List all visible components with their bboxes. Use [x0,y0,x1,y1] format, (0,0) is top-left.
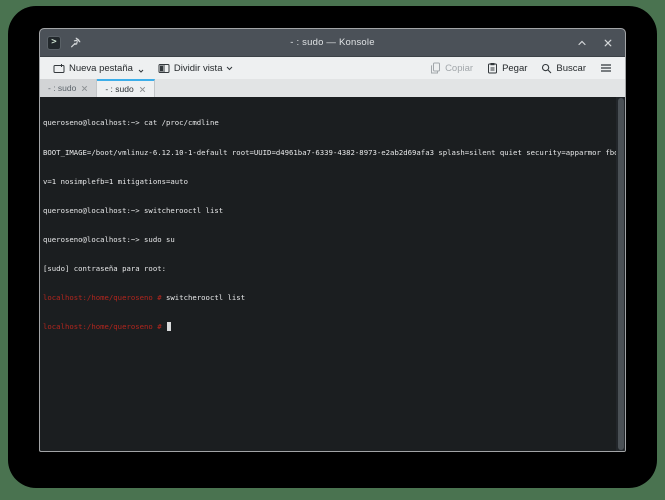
clipboard-icon [488,63,498,74]
paste-label: Pegar [502,62,528,74]
terminal-cursor [167,322,172,331]
tab-plus-icon [53,63,65,73]
konsole-app-icon: > [47,35,61,50]
terminal-line: localhost:/home/queroseno # switcherooct… [43,292,246,302]
tab-close-icon[interactable] [139,86,146,93]
search-button[interactable]: Buscar [536,61,591,76]
terminal-display[interactable]: queroseno@localhost:~> cat /proc/cmdline… [40,97,625,451]
tab-close-icon[interactable] [81,85,88,92]
chevron-down-icon [138,69,144,73]
search-label: Buscar [556,62,586,74]
copy-label: Copiar [445,62,474,74]
terminal-line: queroseno@localhost:~> switcherooctl lis… [43,205,224,215]
split-view-label: Dividir vista [173,62,223,74]
terminal-line: v=1 nosimplefb=1 mitigations=auto [43,176,188,186]
split-view-button[interactable]: Dividir vista [153,61,239,76]
terminal-output: queroseno@localhost:~> cat /proc/cmdline… [40,97,625,351]
titlebar[interactable]: > - : sudo — Konsole [40,29,625,57]
new-tab-label: Nueva pestaña [69,62,133,74]
tab-title: - : sudo [48,83,77,93]
new-tab-button[interactable]: Nueva pestaña [48,61,149,76]
maximize-button[interactable] [575,36,589,50]
terminal-line: [sudo] contraseña para root: [43,263,167,273]
hamburger-icon [601,64,611,72]
pin-icon[interactable] [68,36,82,50]
chevron-down-icon [227,66,233,70]
toolbar: Nueva pestaña Dividir vista Copiar Pegar… [40,57,625,79]
tab-sudo-1[interactable]: - : sudo [40,79,98,97]
tab-bar: - : sudo - : sudo [40,79,625,97]
scrollbar-thumb[interactable] [618,98,624,450]
split-panes-icon [158,63,170,73]
scrollbar-track[interactable] [616,97,625,451]
tab-title: - : sudo [105,84,134,94]
menu-button[interactable] [595,61,617,75]
terminal-line: queroseno@localhost:~> cat /proc/cmdline [43,118,219,128]
terminal-line: localhost:/home/queroseno # [43,322,609,332]
magnifier-icon [542,63,552,73]
close-button[interactable] [601,36,615,50]
tab-sudo-2[interactable]: - : sudo [97,79,155,97]
window-title: - : sudo — Konsole [290,37,375,48]
paste-button[interactable]: Pegar [482,60,532,76]
copy-pages-icon [431,62,441,74]
terminal-line: queroseno@localhost:~> sudo su [43,234,175,244]
konsole-window: > - : sudo — Konsole Nueva pestaña Divid… [39,28,626,452]
minimize-button[interactable] [549,36,563,50]
terminal-line: BOOT_IMAGE=/boot/vmlinuz-6.12.10-1-defau… [43,147,623,157]
copy-button: Copiar [425,60,478,76]
